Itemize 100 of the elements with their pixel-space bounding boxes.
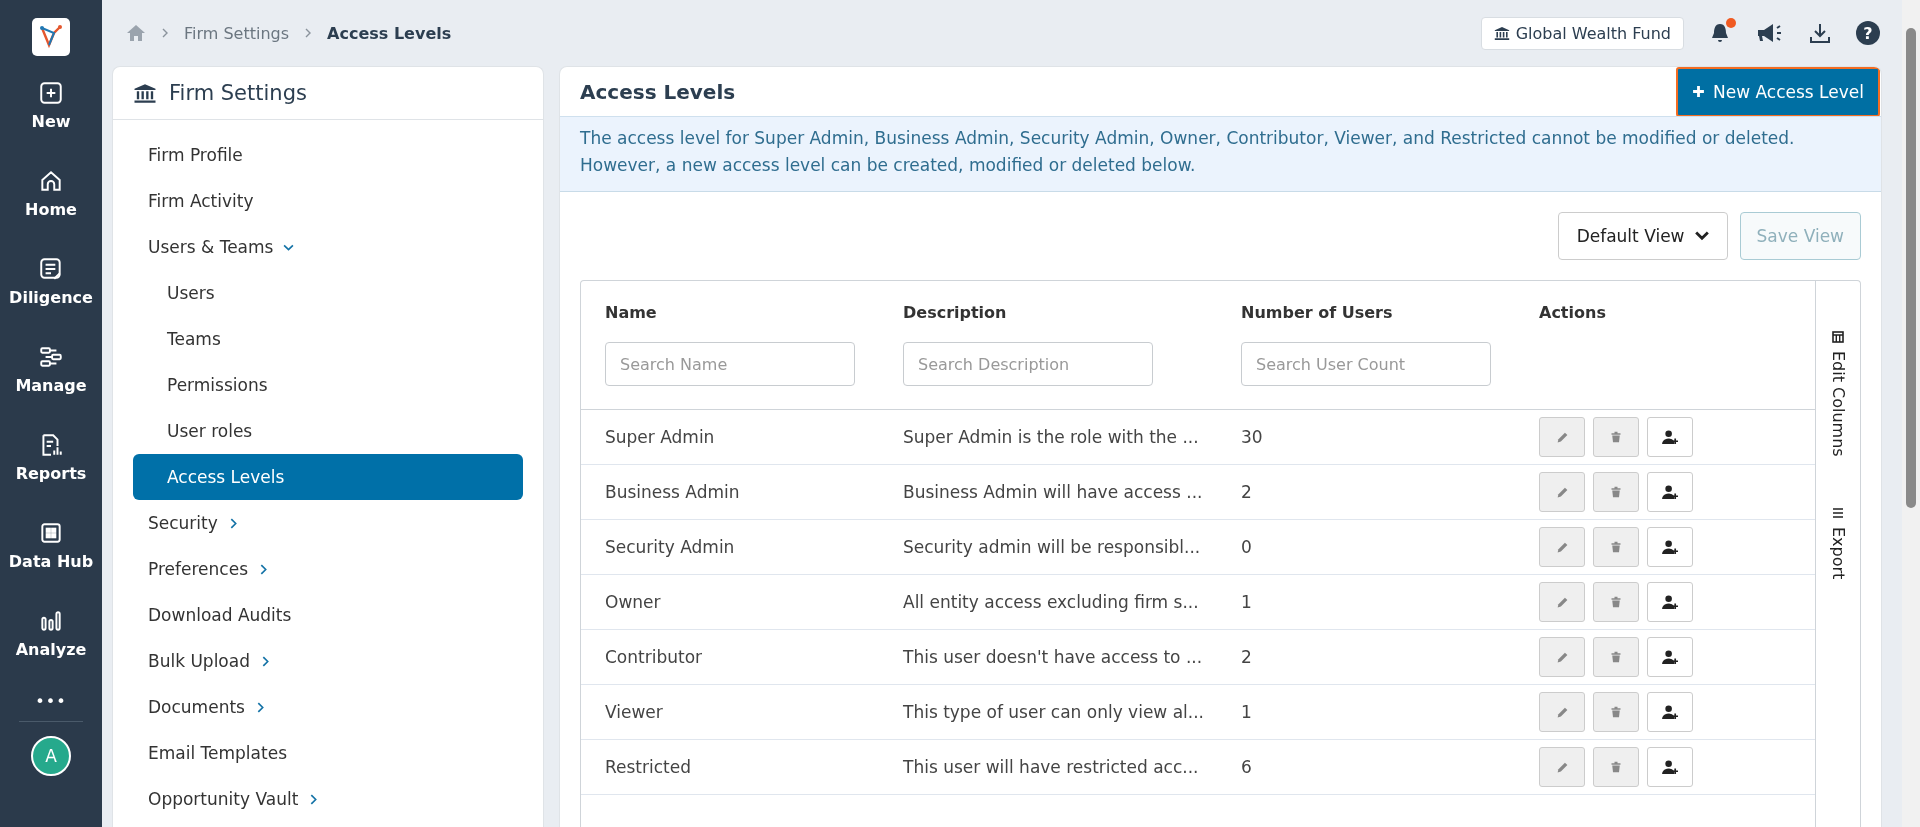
menu-item[interactable]: Download Audits: [133, 592, 523, 638]
trash-icon: [1610, 541, 1622, 553]
view-dropdown[interactable]: Default View: [1557, 212, 1728, 260]
trash-icon: [1610, 596, 1622, 608]
column-header[interactable]: Number of Users: [1241, 303, 1393, 322]
table-cell-text: 1: [1240, 591, 1253, 614]
edit-columns-button[interactable]: Edit Columns: [1828, 331, 1848, 457]
submenu-item[interactable]: Access Levels: [133, 454, 523, 500]
export-button[interactable]: Export: [1828, 506, 1848, 580]
trash-icon: [1610, 761, 1622, 773]
grid-icon: [38, 520, 64, 546]
menu-item[interactable]: Documents: [133, 684, 523, 730]
nav-item[interactable]: Manage: [0, 344, 102, 432]
nav-item[interactable]: Reports: [0, 432, 102, 520]
filter-field[interactable]: Search Description: [903, 342, 1153, 386]
column-header[interactable]: Name: [605, 303, 657, 322]
new-access-level-button[interactable]: New Access Level: [1676, 67, 1880, 117]
plus-square-icon: [38, 80, 64, 106]
pencil-icon: [1555, 485, 1569, 499]
edit-button[interactable]: [1539, 747, 1585, 787]
edit-button[interactable]: [1539, 417, 1585, 457]
add-user-button[interactable]: [1647, 472, 1693, 512]
delete-button[interactable]: [1593, 692, 1639, 732]
delete-button[interactable]: [1593, 747, 1639, 787]
help-button[interactable]: ?: [1856, 21, 1880, 45]
nav-item[interactable]: Diligence: [0, 256, 102, 344]
add-user-icon: [1661, 539, 1679, 555]
nav-item[interactable]: New: [0, 80, 102, 168]
add-user-icon: [1661, 704, 1679, 720]
flow-icon: [38, 344, 64, 370]
filter-field[interactable]: Search Name: [605, 342, 855, 386]
trash-icon: [1610, 486, 1622, 498]
edit-button[interactable]: [1539, 582, 1585, 622]
add-user-button[interactable]: [1647, 747, 1693, 787]
add-user-button[interactable]: [1647, 527, 1693, 567]
submenu-item[interactable]: User roles: [133, 408, 523, 454]
download-icon[interactable]: [1808, 21, 1832, 45]
edit-button[interactable]: [1539, 527, 1585, 567]
table-cell-text: This type of user can only view al...: [902, 701, 1205, 724]
table-cell-text: 2: [1240, 481, 1253, 504]
table-cell-text: Business Admin will have access ...: [902, 481, 1204, 504]
pencil-icon: [1555, 705, 1569, 719]
delete-button[interactable]: [1593, 582, 1639, 622]
table-cell-text: Contributor: [604, 646, 704, 669]
pencil-icon: [1555, 595, 1569, 609]
submenu-item[interactable]: Permissions: [133, 362, 523, 408]
add-user-button[interactable]: [1647, 417, 1693, 457]
submenu-item[interactable]: Users: [133, 270, 523, 316]
table-cell-text: 6: [1240, 756, 1253, 779]
menu-item[interactable]: Bulk Upload: [133, 638, 523, 684]
edit-button[interactable]: [1539, 692, 1585, 732]
app-logo-icon[interactable]: [32, 18, 70, 56]
table-cell-text: Super Admin: [604, 426, 716, 449]
menu-item[interactable]: Email Templates: [133, 730, 523, 776]
edit-button[interactable]: [1539, 637, 1585, 677]
delete-button[interactable]: [1593, 472, 1639, 512]
filter-field[interactable]: Search User Count: [1241, 342, 1491, 386]
table-cell-text: Security Admin: [604, 536, 736, 559]
add-user-button[interactable]: [1647, 582, 1693, 622]
trash-icon: [1610, 706, 1622, 718]
pencil-icon: [1555, 430, 1569, 444]
trash-icon: [1610, 651, 1622, 663]
add-user-icon: [1661, 759, 1679, 775]
pencil-icon: [1555, 650, 1569, 664]
add-user-button[interactable]: [1647, 637, 1693, 677]
plus-icon: [1692, 85, 1706, 98]
breadcrumb-link[interactable]: Firm Settings: [184, 23, 290, 43]
chevron-right-icon: [160, 28, 170, 38]
trash-icon: [1610, 431, 1622, 443]
chevron-down-icon: [1694, 231, 1709, 241]
add-user-icon: [1661, 649, 1679, 665]
edit-button[interactable]: [1539, 472, 1585, 512]
home-icon[interactable]: [126, 24, 146, 42]
megaphone-icon[interactable]: [1756, 21, 1784, 45]
menu-item[interactable]: Preferences: [133, 546, 523, 592]
bar-chart-icon: [38, 608, 64, 634]
menu-item[interactable]: Security: [133, 500, 523, 546]
bank-icon: [133, 82, 157, 104]
scrollbar[interactable]: [1902, 0, 1920, 827]
table-cell-text: 1: [1240, 701, 1253, 724]
submenu-item[interactable]: Teams: [133, 316, 523, 362]
menu-item[interactable]: Firm Profile: [133, 132, 523, 178]
table-cell-text: 30: [1240, 426, 1264, 449]
menu-item[interactable]: Users & Teams: [133, 224, 523, 270]
nav-item[interactable]: Home: [0, 168, 102, 256]
column-header[interactable]: Actions: [1539, 303, 1606, 322]
column-header[interactable]: Description: [903, 303, 1007, 322]
table-cell-text: 2: [1240, 646, 1253, 669]
table-cell-text: Owner: [604, 591, 662, 614]
delete-button[interactable]: [1593, 417, 1639, 457]
delete-button[interactable]: [1593, 637, 1639, 677]
checklist-icon: [38, 256, 64, 282]
fund-selector[interactable]: Global Wealth Fund: [1480, 16, 1684, 50]
nav-item[interactable]: Data Hub: [0, 520, 102, 608]
menu-item[interactable]: Opportunity Vault: [133, 776, 523, 822]
delete-button[interactable]: [1593, 527, 1639, 567]
add-user-button[interactable]: [1647, 692, 1693, 732]
table-cell-text: Viewer: [604, 701, 664, 724]
menu-item[interactable]: Firm Activity: [133, 178, 523, 224]
table-cell-text: Security admin will be responsibl...: [902, 536, 1202, 559]
